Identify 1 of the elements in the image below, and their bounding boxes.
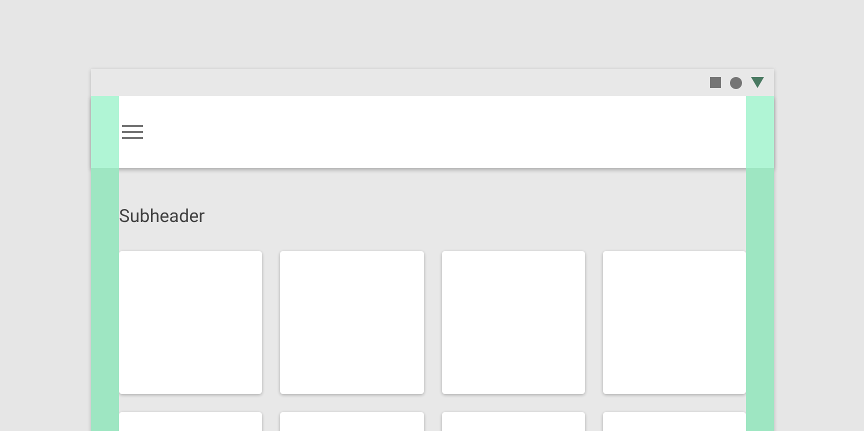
subheader: Subheader [119, 205, 206, 229]
